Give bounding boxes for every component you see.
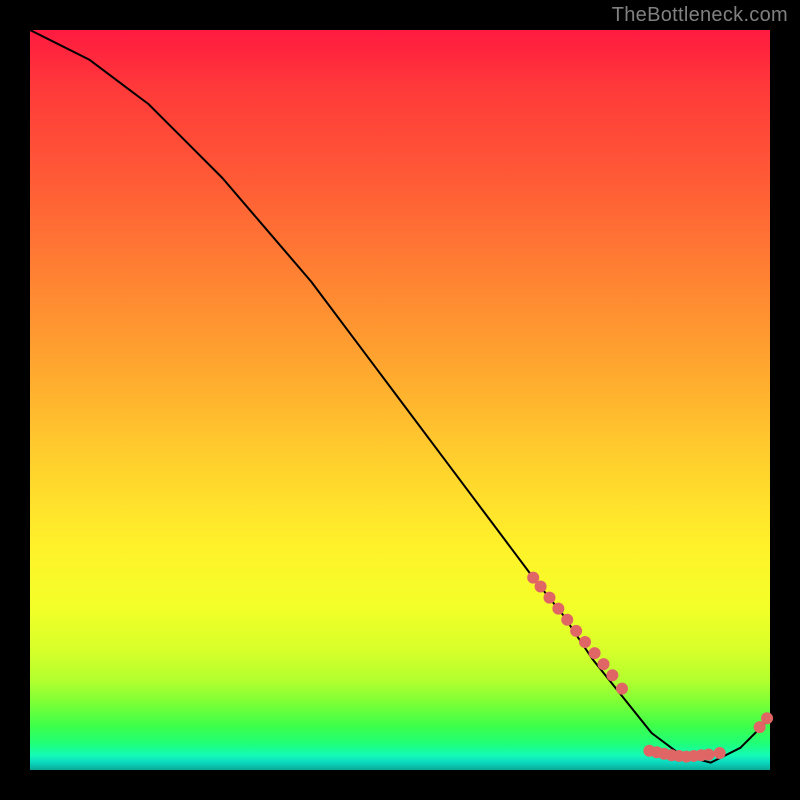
chart-svg <box>30 30 770 770</box>
marker-cluster-upper <box>606 669 618 681</box>
marker-cluster-upper <box>543 592 555 604</box>
watermark-text: TheBottleneck.com <box>612 4 788 27</box>
marker-cluster-upper <box>598 658 610 670</box>
marker-layer <box>527 572 773 763</box>
marker-cluster-upper <box>589 647 601 659</box>
chart-stage: TheBottleneck.com <box>0 0 800 800</box>
curve-layer <box>30 30 770 763</box>
marker-cluster-tail <box>761 712 773 724</box>
marker-cluster-upper <box>616 683 628 695</box>
marker-cluster-upper <box>579 636 591 648</box>
marker-cluster-upper <box>552 603 564 615</box>
marker-cluster-lower <box>703 748 715 760</box>
chart-plot-area <box>30 30 770 770</box>
marker-cluster-upper <box>561 614 573 626</box>
marker-cluster-upper <box>570 625 582 637</box>
marker-cluster-lower <box>714 747 726 759</box>
series-curve <box>30 30 770 763</box>
marker-cluster-upper <box>535 580 547 592</box>
